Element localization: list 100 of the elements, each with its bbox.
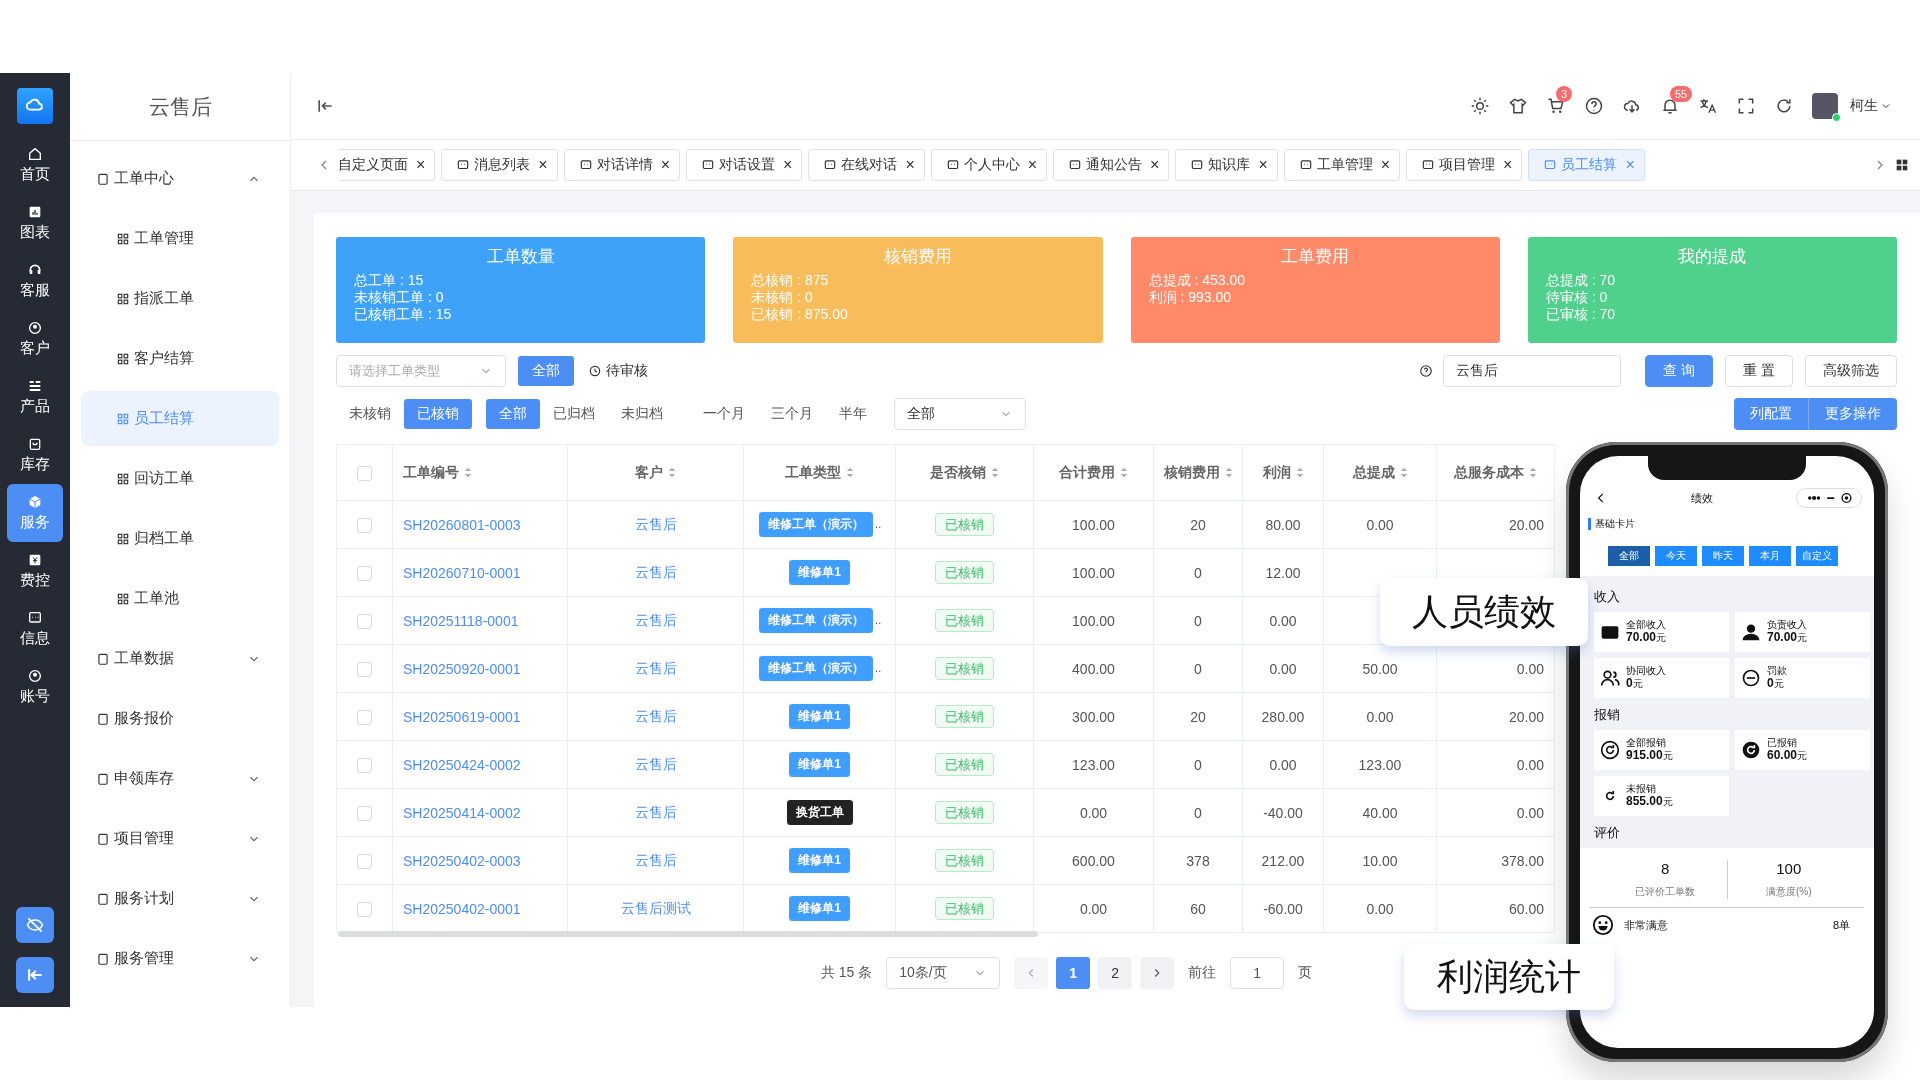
metric-label: 已报销 <box>1767 737 1798 748</box>
menu-item[interactable]: 工单数据 <box>81 631 279 686</box>
page-tab[interactable]: 消息列表 × <box>441 149 558 181</box>
rail-item[interactable]: 产品 <box>7 368 63 426</box>
cart-icon[interactable] <box>1546 96 1566 116</box>
page-tab[interactable]: 自定义页面 × <box>338 149 436 181</box>
collapse-icon[interactable] <box>16 957 54 993</box>
sort-icon[interactable] <box>1399 467 1408 479</box>
archive-filter[interactable]: 未归档 <box>608 399 676 429</box>
column-header[interactable]: 客户 <box>635 463 663 480</box>
period-filter[interactable]: 三个月 <box>758 399 826 429</box>
writeoff-filter[interactable]: 未核销 <box>336 399 404 429</box>
section-title: 基础卡片 <box>1588 518 1874 530</box>
column-header[interactable]: 工单编号 <box>403 463 459 480</box>
overflow-dots: ‥ <box>874 519 882 530</box>
sort-icon[interactable] <box>846 467 854 479</box>
rail-item[interactable]: 信息 <box>7 600 63 658</box>
menu-item[interactable]: 回访工单 <box>81 451 279 506</box>
fullscreen-icon[interactable] <box>1736 96 1756 116</box>
column-header[interactable]: 工单类型 <box>785 463 841 480</box>
column-header[interactable]: 核销费用 <box>1163 463 1220 480</box>
sun-icon[interactable] <box>1470 96 1490 116</box>
rail-item[interactable]: 费控 <box>7 542 63 600</box>
filter-button[interactable]: 重 置 <box>1725 355 1793 387</box>
menu-item[interactable]: 工单池 <box>81 571 279 626</box>
page-field[interactable]: 1 <box>1230 957 1285 989</box>
sort-icon[interactable] <box>668 467 676 479</box>
sort-icon[interactable] <box>1224 467 1233 479</box>
menu-item[interactable]: 归档工单 <box>81 511 279 566</box>
filter-button[interactable]: 高级筛选 <box>1805 355 1897 387</box>
period-filter[interactable]: 一个月 <box>690 399 758 429</box>
range-button[interactable]: 全部 <box>1608 546 1650 566</box>
column-header[interactable]: 总提成 <box>1352 463 1395 480</box>
sort-icon[interactable] <box>991 467 999 479</box>
sort-icon[interactable] <box>1529 467 1537 479</box>
table-cell: 0.00 <box>1516 804 1544 821</box>
row-checkbox[interactable] <box>357 613 372 629</box>
page-tab[interactable]: 对话详情 × <box>563 149 681 181</box>
avatar[interactable] <box>1812 93 1838 119</box>
page-tab[interactable]: 项目管理 × <box>1406 149 1523 181</box>
rail-item[interactable]: 首页 <box>7 136 63 194</box>
rail-item[interactable]: 客户 <box>7 310 63 368</box>
review-filter[interactable]: 待审核 <box>574 356 662 386</box>
row-checkbox[interactable] <box>357 517 372 533</box>
stat-line: 已核销 : 875.00 <box>751 306 849 323</box>
page-tab[interactable]: 在线对话 × <box>808 149 925 181</box>
metric-value: 915.00元 <box>1626 748 1673 763</box>
column-header[interactable]: 总服务成本 <box>1454 463 1524 480</box>
rail-item[interactable]: 图表 <box>7 194 63 252</box>
row-checkbox[interactable] <box>357 805 372 821</box>
rail-item[interactable]: 客服 <box>7 252 63 310</box>
user-menu[interactable]: 柯生 <box>1850 97 1878 115</box>
rail-item[interactable]: 账号 <box>7 658 63 716</box>
page-tab[interactable]: 个人中心 × <box>930 149 1048 181</box>
page-tab[interactable]: 对话设置 × <box>686 149 803 181</box>
menu-item[interactable]: 项目管理 <box>81 811 279 866</box>
person-icon <box>1741 622 1761 642</box>
clipboard-icon <box>96 771 110 786</box>
page-size-select[interactable]: 10条/页 <box>886 957 1001 989</box>
help-icon[interactable] <box>1419 364 1434 378</box>
menu-item[interactable]: 申领库存 <box>81 751 279 806</box>
sort-icon[interactable] <box>1120 467 1128 479</box>
column-header[interactable]: 是否核销 <box>930 463 986 480</box>
page-tab[interactable]: 知识库 × <box>1175 149 1278 181</box>
row-checkbox[interactable] <box>357 661 372 677</box>
grid-icon[interactable] <box>1894 157 1910 173</box>
menu-item[interactable]: 客户结算 <box>81 331 279 386</box>
sort-icon[interactable] <box>464 467 472 479</box>
menu-item[interactable]: 工单中心 <box>81 151 279 206</box>
hide-icon[interactable] <box>16 907 54 943</box>
type-tag: 维修单1 <box>788 895 851 922</box>
shirt-icon[interactable] <box>1508 96 1528 116</box>
page-button[interactable]: 2 <box>1098 957 1133 989</box>
column-header[interactable]: 合计费用 <box>1059 463 1115 480</box>
page-tab[interactable]: 工单管理 × <box>1283 149 1401 181</box>
column-header[interactable]: 利润 <box>1262 463 1291 480</box>
help-icon[interactable] <box>1584 96 1604 116</box>
row-checkbox[interactable] <box>357 565 372 581</box>
translate-icon[interactable] <box>1698 96 1718 116</box>
menu-item[interactable]: 服务计划 <box>81 871 279 926</box>
satisfaction-label: 非常满意 <box>1624 917 1669 933</box>
menu-item[interactable]: 服务管理 <box>81 931 279 986</box>
table-cell: 100.00 <box>1072 516 1115 533</box>
menu-item[interactable]: 工单管理 <box>81 211 279 266</box>
menu-item[interactable]: 服务报价 <box>81 691 279 746</box>
search-field[interactable]: 云售后 <box>1443 355 1622 387</box>
stat-line: 总核销 : 875 <box>751 272 830 289</box>
page-tab[interactable]: 通知公告 × <box>1053 149 1170 181</box>
rail-item[interactable]: 库存 <box>7 426 63 484</box>
period-filter[interactable]: 半年 <box>826 399 880 429</box>
sort-icon[interactable] <box>1295 467 1304 479</box>
row-checkbox[interactable] <box>357 901 372 917</box>
row-checkbox[interactable] <box>357 709 372 725</box>
row-checkbox[interactable] <box>357 853 372 869</box>
range-select[interactable]: 全部 <box>894 398 1026 430</box>
menu-item[interactable]: 指派工单 <box>81 271 279 326</box>
row-checkbox[interactable] <box>357 757 372 773</box>
select-all-checkbox[interactable] <box>357 465 372 481</box>
scrollbar[interactable] <box>338 931 1038 937</box>
archive-filter[interactable]: 已归档 <box>540 399 608 429</box>
